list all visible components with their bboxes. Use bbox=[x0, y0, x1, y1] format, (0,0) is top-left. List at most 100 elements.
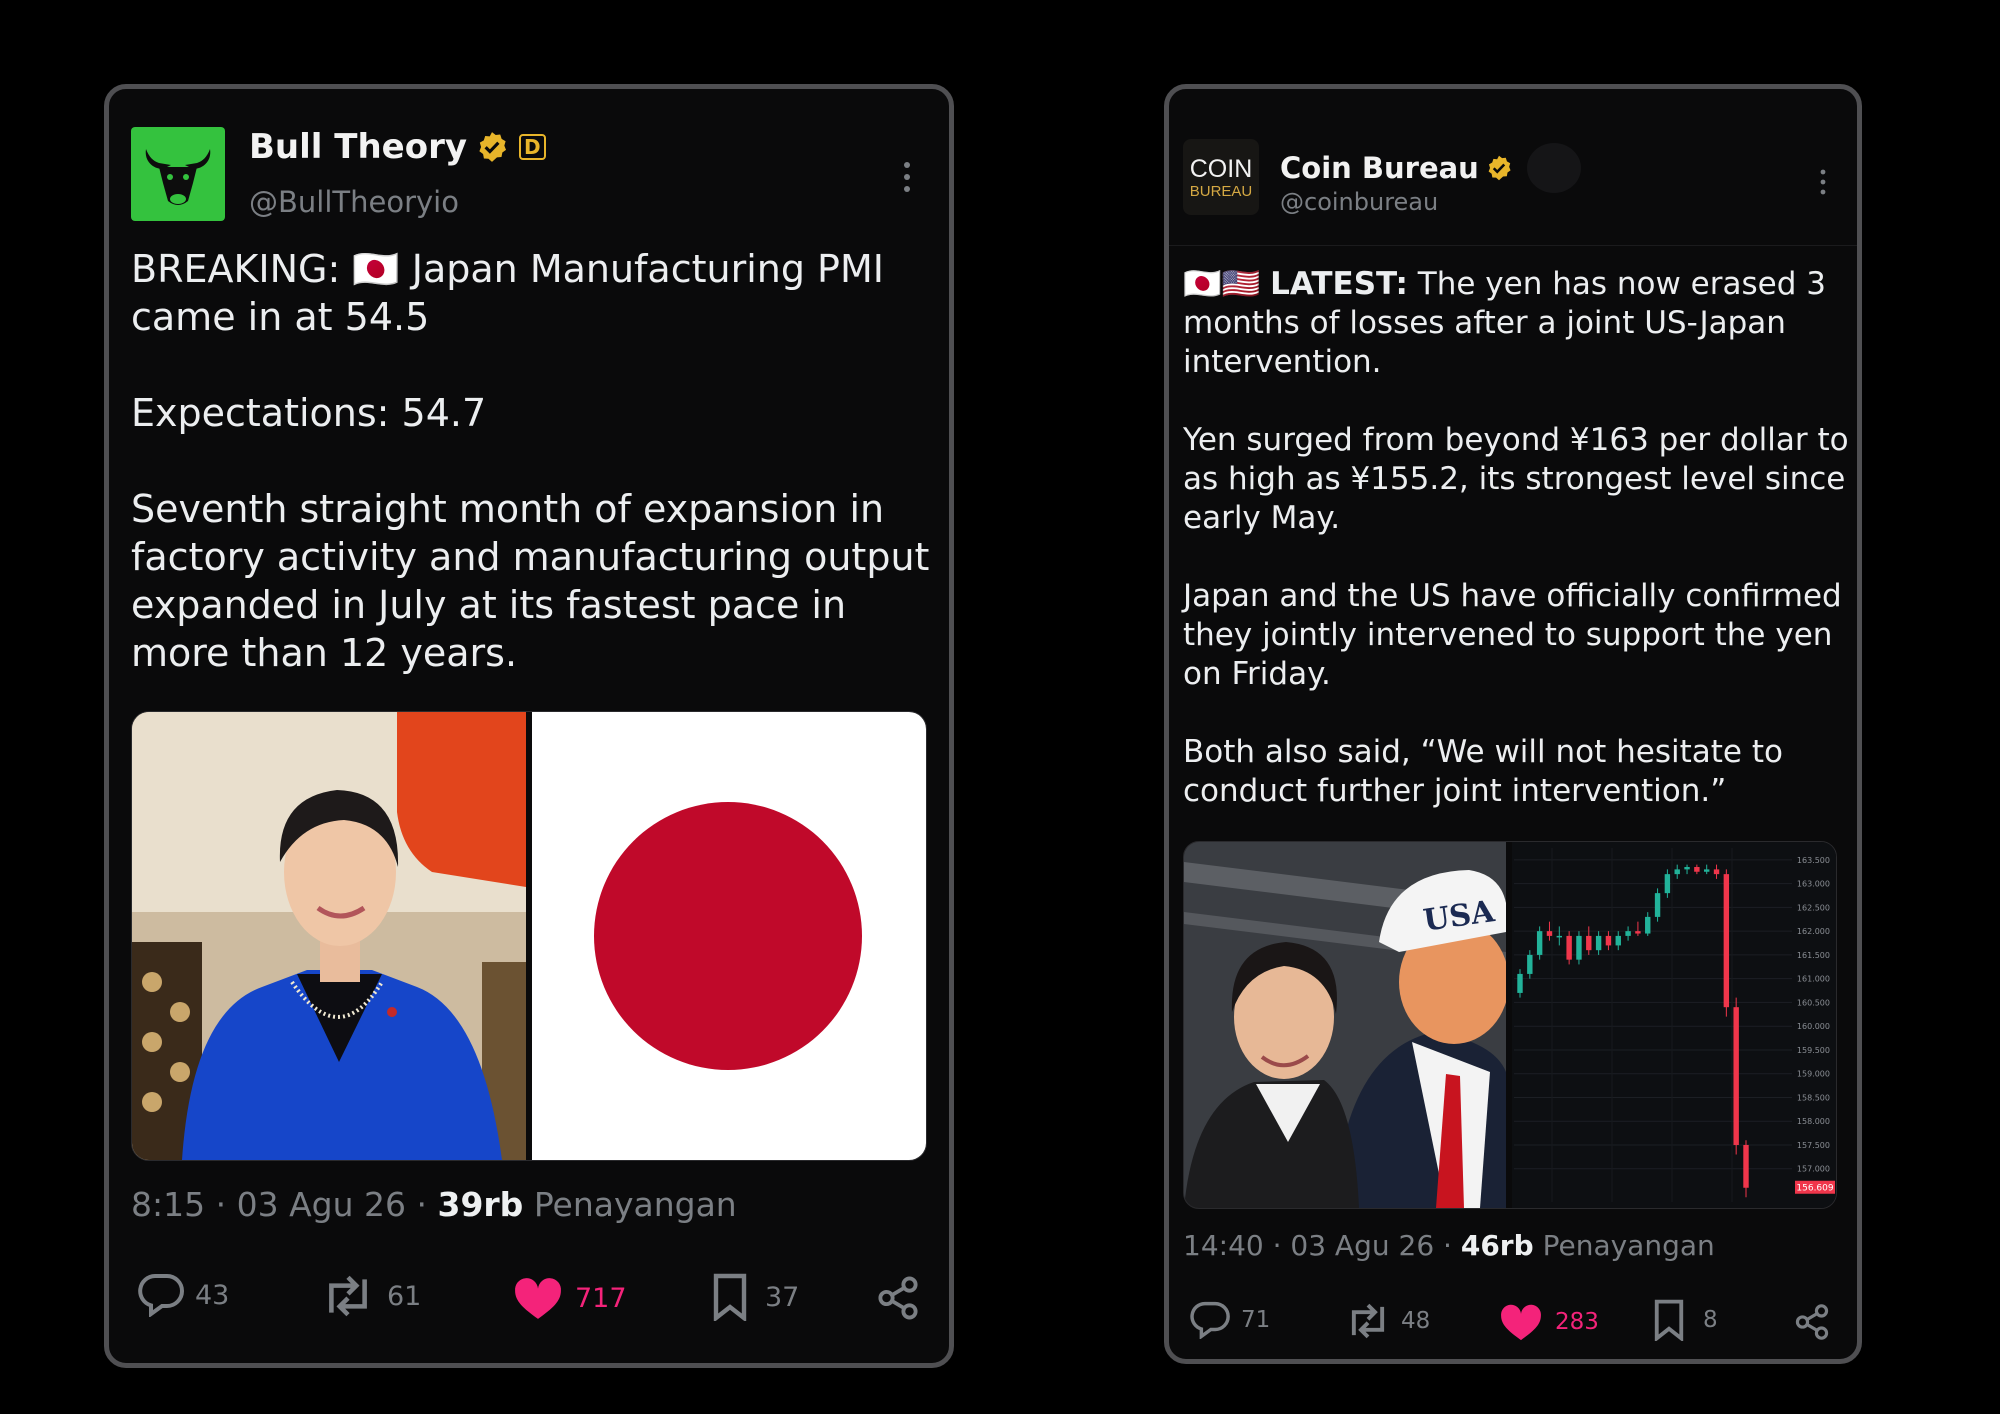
candle-body bbox=[1566, 935, 1572, 960]
candle-body bbox=[1586, 935, 1592, 951]
candle-body bbox=[1546, 931, 1553, 936]
price-chart[interactable]: 163.500 163.000 162.500 162.000 161.500 161.0… bbox=[1512, 842, 1836, 1208]
reply-icon bbox=[138, 1274, 184, 1317]
media-grid[interactable]: USA 163.500 163.000 162.500 162.000 161.500 1… bbox=[1183, 841, 1837, 1209]
share-icon bbox=[878, 1276, 918, 1320]
y-tick-label: 161.500 bbox=[1797, 951, 1830, 960]
post-paragraph: Seventh straight month of expansion in f… bbox=[131, 487, 930, 675]
author-name[interactable]: Bull Theory bbox=[249, 127, 467, 167]
portrait-photo[interactable] bbox=[132, 712, 526, 1160]
people-photo[interactable]: USA bbox=[1184, 842, 1509, 1208]
candle-body bbox=[1595, 935, 1602, 951]
reply-button[interactable]: 43 bbox=[137, 1273, 229, 1317]
reply-button[interactable]: 71 bbox=[1189, 1301, 1270, 1339]
candle-body bbox=[1527, 954, 1533, 974]
price-tag-label: 156.609 bbox=[1796, 1184, 1833, 1194]
more-options-icon[interactable] bbox=[1819, 169, 1827, 199]
reply-count: 71 bbox=[1241, 1307, 1271, 1333]
candle-body bbox=[1723, 874, 1730, 1008]
candle-body bbox=[1684, 867, 1690, 870]
header-divider bbox=[1169, 245, 1857, 246]
like-count: 283 bbox=[1555, 1309, 1599, 1335]
flag-emojis: 🇯🇵🇺🇸 bbox=[1183, 266, 1261, 302]
reply-count: 43 bbox=[195, 1279, 230, 1311]
views-label: Penayangan bbox=[1542, 1229, 1715, 1262]
candle-body bbox=[1556, 935, 1563, 938]
bookmark-count: 37 bbox=[765, 1281, 800, 1313]
y-tick-label: 157.500 bbox=[1797, 1141, 1830, 1150]
verified-badge-icon[interactable] bbox=[475, 130, 509, 164]
candle-body bbox=[1694, 867, 1700, 872]
candle-body bbox=[1625, 931, 1631, 936]
y-tick-label: 157.000 bbox=[1797, 1165, 1830, 1174]
post-paragraph: 🇯🇵🇺🇸 LATEST: The yen has now erased 3 mo… bbox=[1183, 265, 1853, 382]
y-tick-label: 159.000 bbox=[1797, 1070, 1830, 1079]
avatar[interactable] bbox=[131, 127, 225, 221]
repost-count: 48 bbox=[1401, 1308, 1431, 1334]
post-time[interactable]: 14:40 bbox=[1183, 1229, 1264, 1262]
candle-body bbox=[1703, 869, 1710, 872]
post-card-bull-theory: Bull Theory D @BullTheoryio BREAKING: 🇯🇵… bbox=[104, 84, 954, 1368]
flag-sun-disc bbox=[594, 802, 862, 1070]
author-handle[interactable]: @BullTheoryio bbox=[249, 185, 459, 219]
y-tick-label: 158.500 bbox=[1797, 1093, 1830, 1102]
post-paragraph: Yen surged from beyond ¥163 per dollar t… bbox=[1183, 422, 1849, 536]
post-meta: 14:40 · 03 Agu 26 · 46rb Penayangan bbox=[1183, 1229, 1715, 1262]
affiliate-badge[interactable]: D bbox=[519, 134, 546, 160]
post-text: BREAKING: 🇯🇵 Japan Manufacturing PMI cam… bbox=[131, 245, 931, 677]
bookmark-button[interactable]: 8 bbox=[1653, 1299, 1718, 1341]
view-count: 46rb bbox=[1460, 1229, 1534, 1262]
post-paragraph: BREAKING: 🇯🇵 Japan Manufacturing PMI cam… bbox=[131, 247, 884, 339]
candle-body bbox=[1654, 893, 1661, 917]
post-time[interactable]: 8:15 bbox=[131, 1185, 205, 1224]
share-icon bbox=[1795, 1304, 1829, 1340]
avatar[interactable]: COIN BUREAU bbox=[1183, 139, 1259, 215]
like-count: 717 bbox=[575, 1282, 627, 1314]
heart-icon bbox=[515, 1278, 561, 1319]
reply-icon bbox=[1190, 1301, 1230, 1339]
repost-icon bbox=[329, 1275, 367, 1317]
candle-body bbox=[1674, 869, 1680, 875]
views-label: Penayangan bbox=[533, 1185, 737, 1224]
post-paragraph: Expectations: 54.7 bbox=[131, 391, 487, 435]
post-card-coin-bureau: COIN BUREAU Coin Bureau @coinbureau 🇯🇵🇺🇸… bbox=[1164, 84, 1862, 1364]
author-handle[interactable]: @coinbureau bbox=[1280, 188, 1438, 216]
candle-body bbox=[1664, 874, 1671, 894]
y-tick-label: 163.500 bbox=[1797, 856, 1830, 865]
y-tick-label: 160.500 bbox=[1797, 998, 1830, 1007]
bookmark-button[interactable]: 37 bbox=[711, 1273, 799, 1321]
candle-body bbox=[1635, 931, 1641, 934]
more-options-icon[interactable] bbox=[902, 161, 912, 197]
y-tick-label: 158.000 bbox=[1797, 1117, 1830, 1126]
candle-body bbox=[1713, 869, 1720, 875]
japan-flag-image[interactable] bbox=[532, 712, 926, 1160]
verified-badge-icon[interactable] bbox=[1485, 154, 1513, 182]
like-button[interactable]: 717 bbox=[513, 1276, 627, 1320]
candle-body bbox=[1733, 1007, 1739, 1145]
like-button[interactable]: 283 bbox=[1499, 1303, 1599, 1341]
share-button[interactable] bbox=[1793, 1303, 1831, 1341]
bull-head-icon bbox=[145, 149, 211, 205]
post-date[interactable]: 03 Agu 26 bbox=[1290, 1229, 1434, 1262]
heart-icon bbox=[1501, 1304, 1541, 1341]
post-text: 🇯🇵🇺🇸 LATEST: The yen has now erased 3 mo… bbox=[1183, 265, 1853, 811]
candle-body bbox=[1517, 973, 1523, 993]
y-tick-label: 162.000 bbox=[1797, 927, 1830, 936]
y-tick-label: 160.000 bbox=[1797, 1022, 1830, 1031]
avatar-text-line2: BUREAU bbox=[1189, 183, 1253, 200]
post-paragraph: Japan and the US have officially confirm… bbox=[1183, 578, 1842, 692]
author-name[interactable]: Coin Bureau bbox=[1280, 151, 1479, 185]
candle-body bbox=[1536, 931, 1543, 955]
media-grid[interactable] bbox=[131, 711, 927, 1161]
bookmark-icon bbox=[1654, 1299, 1684, 1341]
avatar-shadow bbox=[1526, 143, 1581, 193]
bookmark-count: 8 bbox=[1703, 1307, 1718, 1333]
share-button[interactable] bbox=[875, 1275, 921, 1321]
post-paragraph: Both also said, “We will not hesitate to… bbox=[1183, 734, 1783, 809]
view-count: 39rb bbox=[437, 1185, 524, 1224]
post-date[interactable]: 03 Agu 26 bbox=[237, 1185, 406, 1224]
post-meta: 8:15 · 03 Agu 26 · 39rb Penayangan bbox=[131, 1185, 737, 1224]
repost-button[interactable]: 48 bbox=[1345, 1303, 1430, 1339]
candle-body bbox=[1743, 1144, 1749, 1188]
repost-button[interactable]: 61 bbox=[321, 1275, 421, 1317]
